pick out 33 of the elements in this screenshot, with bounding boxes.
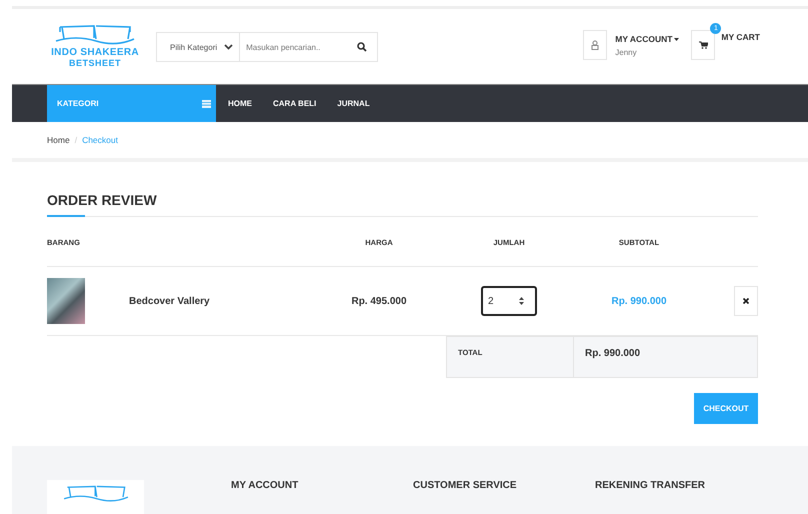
account-menu[interactable]: MY ACCOUNT [615, 32, 680, 44]
chevron-down-icon [224, 44, 234, 50]
remove-button[interactable] [734, 286, 758, 316]
close-icon [743, 298, 749, 304]
footer-logo[interactable] [47, 480, 144, 514]
logo-subtext: BETSHEET [68, 58, 121, 68]
caret-icon [674, 38, 680, 42]
footer-heading: MY ACCOUNT [231, 480, 300, 491]
quantity-field[interactable]: 2 [481, 286, 537, 316]
footer-heading: REKENING TRANSFER [595, 480, 706, 491]
cart-button[interactable] [691, 30, 716, 60]
nav-link[interactable]: CARA BELI [264, 85, 326, 122]
spinner-icon [518, 296, 525, 306]
section-title: ORDER REVIEW [47, 192, 158, 210]
product-subtotal: Rp. 990.000 [610, 296, 668, 306]
total-value: Rp. 990.000 [584, 347, 642, 361]
cart-icon [698, 41, 708, 49]
list-icon [202, 100, 211, 108]
bed-logo-icon [54, 23, 136, 47]
breadcrumb-link[interactable]: Home [47, 135, 70, 145]
nav-link[interactable]: JURNAL [328, 85, 379, 122]
product-photo-placeholder [47, 278, 85, 324]
cart-link[interactable]: MY CART [721, 30, 760, 42]
breadcrumb-separator: / [74, 135, 78, 145]
account-username: Jenny [615, 48, 638, 57]
nav-link[interactable]: HOME [219, 85, 261, 122]
product-name: Bedcover Vallery [129, 296, 211, 306]
logo-text: INDO SHAKEERA [51, 47, 139, 58]
user-icon [591, 40, 600, 50]
footer-heading: CUSTOMER SERVICE [413, 480, 518, 491]
product-price: Rp. 495.000 [350, 296, 408, 306]
user-icon-button[interactable] [583, 30, 608, 60]
search-icon[interactable] [357, 42, 367, 52]
